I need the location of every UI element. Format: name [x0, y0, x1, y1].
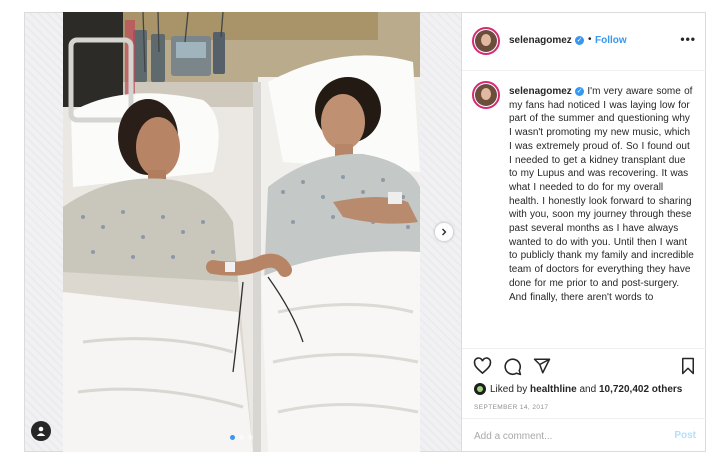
post-date[interactable]: SEPTEMBER 14, 2017: [474, 404, 548, 411]
likes-prefix: Liked by: [490, 383, 528, 395]
caption-username-link[interactable]: selenagomez: [509, 86, 572, 97]
verified-badge-icon: ✓: [575, 86, 585, 96]
caption-avatar[interactable]: [472, 81, 500, 109]
next-slide-button[interactable]: [435, 223, 453, 241]
username-link[interactable]: selenagomez: [509, 35, 572, 46]
post-comment-button[interactable]: Post: [674, 430, 696, 441]
more-options-button[interactable]: •••: [680, 32, 696, 46]
post-header: selenagomez ✓ • Follow •••: [462, 13, 706, 71]
share-icon[interactable]: [533, 357, 551, 375]
carousel-dot: [248, 435, 253, 440]
liker-username-link[interactable]: healthline: [530, 384, 577, 395]
action-bar: [462, 349, 706, 379]
separator: •: [588, 34, 592, 45]
verified-badge-icon: ✓: [575, 36, 584, 45]
chevron-right-icon: [442, 228, 447, 236]
avatar[interactable]: [472, 27, 500, 55]
caption-section: selenagomez ✓ I'm very aware some of my …: [462, 71, 706, 349]
carousel-dot-active: [230, 435, 235, 440]
comment-icon[interactable]: [503, 357, 522, 376]
caption-text: I'm very aware some of my fans had notic…: [509, 86, 694, 303]
likes-summary: Liked by healthline and 10,720,402 other…: [474, 381, 682, 397]
post-side-panel: selenagomez ✓ • Follow ••• selenagomez ✓…: [462, 12, 706, 452]
heart-icon[interactable]: [473, 357, 492, 375]
carousel-dot: [239, 435, 244, 440]
liker-avatar[interactable]: [474, 383, 486, 395]
caption: selenagomez ✓ I'm very aware some of my …: [509, 85, 694, 304]
follow-button[interactable]: Follow: [595, 35, 627, 46]
carousel-indicator: [230, 435, 253, 440]
comment-bar: Post: [462, 418, 706, 453]
tagged-users-button[interactable]: [31, 421, 51, 441]
bookmark-icon[interactable]: [680, 357, 696, 375]
likes-others-link[interactable]: 10,720,402 others: [599, 384, 682, 395]
likes-conjunction: and: [579, 383, 597, 395]
comment-input[interactable]: [474, 429, 654, 443]
hospital-photo: [63, 12, 420, 452]
user-tag-icon: [36, 426, 46, 436]
post-photo[interactable]: [63, 12, 420, 452]
